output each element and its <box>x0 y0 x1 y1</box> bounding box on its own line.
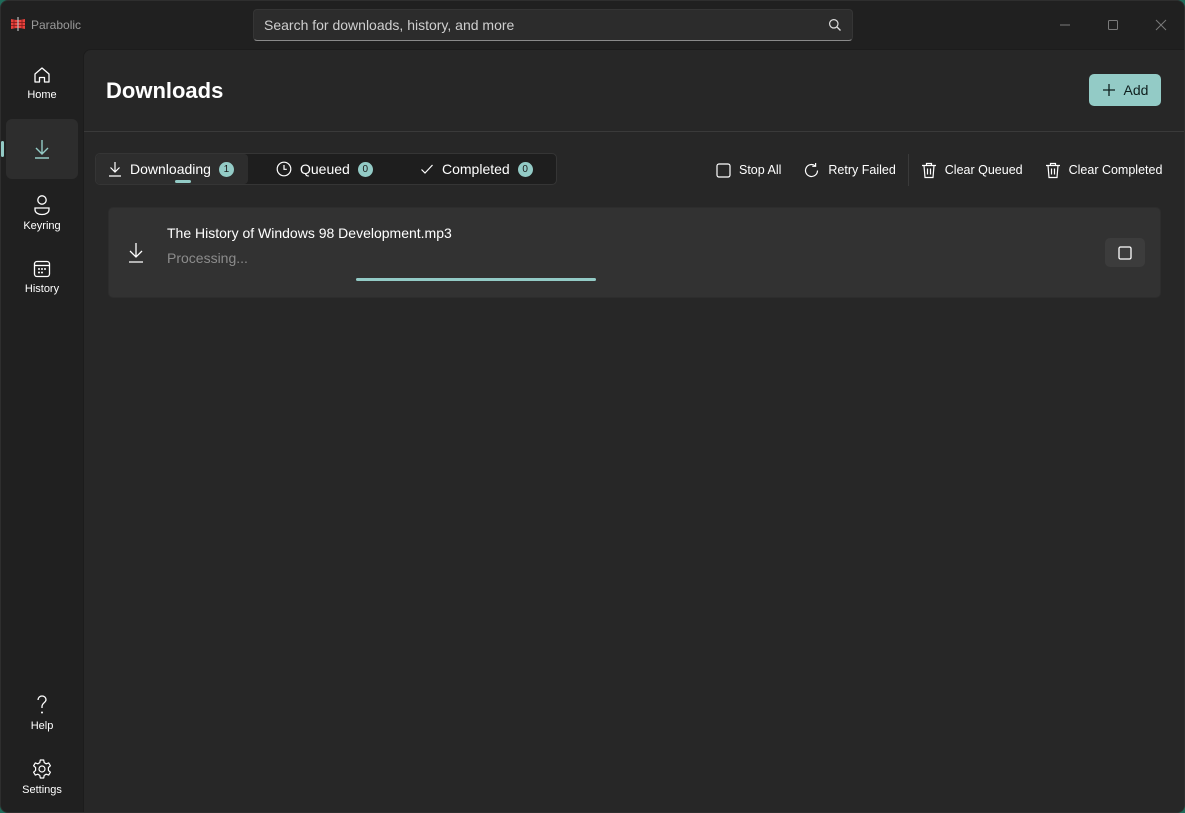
download-icon <box>35 140 49 159</box>
stop-all-button[interactable]: Stop All <box>708 154 789 186</box>
search-icon[interactable] <box>828 18 842 32</box>
sidebar-item-downloads[interactable] <box>1 119 78 179</box>
clock-icon <box>276 161 292 177</box>
count-badge: 1 <box>218 161 234 177</box>
title-bar: Parabolic <box>1 1 1184 49</box>
maximize-button[interactable] <box>1099 11 1127 39</box>
stop-icon <box>1118 245 1132 260</box>
download-tabs: Downloading 1 Queued 0 Completed 0 <box>95 153 557 185</box>
stop-download-button[interactable] <box>1105 238 1145 267</box>
main-content: Downloads Add Downloading 1 Queued 0 Com… <box>83 49 1184 812</box>
sidebar-item-keyring[interactable]: Keyring <box>6 183 78 243</box>
active-indicator <box>1 141 4 157</box>
sidebar-item-help[interactable]: Help <box>6 683 78 743</box>
minimize-icon <box>1060 24 1070 26</box>
tab-queued[interactable]: Queued 0 <box>248 154 394 184</box>
count-badge: 0 <box>517 161 533 177</box>
toolbar-actions: Stop All Retry Failed Clear Queued Clear… <box>708 154 1170 186</box>
clear-completed-button[interactable]: Clear Completed <box>1037 154 1171 186</box>
add-button[interactable]: Add <box>1089 74 1161 106</box>
toolbar-separator <box>907 154 909 186</box>
retry-icon <box>805 162 819 177</box>
search-box[interactable] <box>253 9 853 41</box>
tab-label: Downloading <box>130 161 211 177</box>
retry-failed-button[interactable]: Retry Failed <box>795 154 903 186</box>
checkmark-icon <box>421 164 433 174</box>
download-status: Processing... <box>167 250 248 266</box>
clear-queued-button[interactable]: Clear Queued <box>913 154 1031 186</box>
active-tab-indicator <box>175 180 191 183</box>
app-window: Parabolic Home <box>0 0 1185 813</box>
minimize-button[interactable] <box>1051 11 1079 39</box>
trash-icon <box>921 162 936 178</box>
close-icon <box>1155 19 1167 31</box>
parabolic-logo-icon <box>11 17 25 31</box>
tab-downloading[interactable]: Downloading 1 <box>96 154 248 184</box>
stop-icon <box>716 162 731 178</box>
action-label: Retry Failed <box>828 163 896 177</box>
sidebar-item-label: Help <box>30 720 54 732</box>
sidebar-item-label: Keyring <box>23 220 61 232</box>
calendar-icon <box>33 260 51 278</box>
plus-icon <box>1102 84 1115 96</box>
search-input[interactable] <box>264 17 828 33</box>
progress-bar <box>356 278 596 281</box>
trash-icon <box>1045 162 1060 178</box>
progress-fill <box>356 278 596 281</box>
download-icon <box>129 243 143 263</box>
sidebar: Home Keyring History Help Settings <box>1 49 83 812</box>
question-icon <box>37 695 47 714</box>
action-label: Clear Queued <box>944 163 1023 177</box>
download-filename: The History of Windows 98 Development.mp… <box>167 225 452 241</box>
gear-icon <box>33 759 51 779</box>
sidebar-item-home[interactable]: Home <box>6 53 78 113</box>
header-divider <box>84 131 1184 132</box>
sidebar-item-settings[interactable]: Settings <box>6 747 78 807</box>
person-icon <box>34 195 50 216</box>
download-icon <box>109 162 121 177</box>
home-icon <box>34 67 50 83</box>
maximize-icon <box>1108 20 1118 30</box>
count-badge: 0 <box>357 161 373 177</box>
tab-label: Completed <box>442 161 510 177</box>
close-button[interactable] <box>1147 11 1175 39</box>
download-row: The History of Windows 98 Development.mp… <box>108 207 1161 298</box>
sidebar-item-label: Settings <box>22 784 62 796</box>
page-title: Downloads <box>106 78 224 103</box>
sidebar-item-label: Home <box>27 89 57 101</box>
app-title: Parabolic <box>31 18 82 32</box>
sidebar-item-history[interactable]: History <box>6 247 78 307</box>
action-label: Stop All <box>739 163 782 177</box>
tab-completed[interactable]: Completed 0 <box>394 154 554 184</box>
action-label: Clear Completed <box>1068 163 1163 177</box>
add-button-label: Add <box>1123 82 1149 98</box>
sidebar-item-label: History <box>24 283 60 295</box>
tab-label: Queued <box>300 161 350 177</box>
